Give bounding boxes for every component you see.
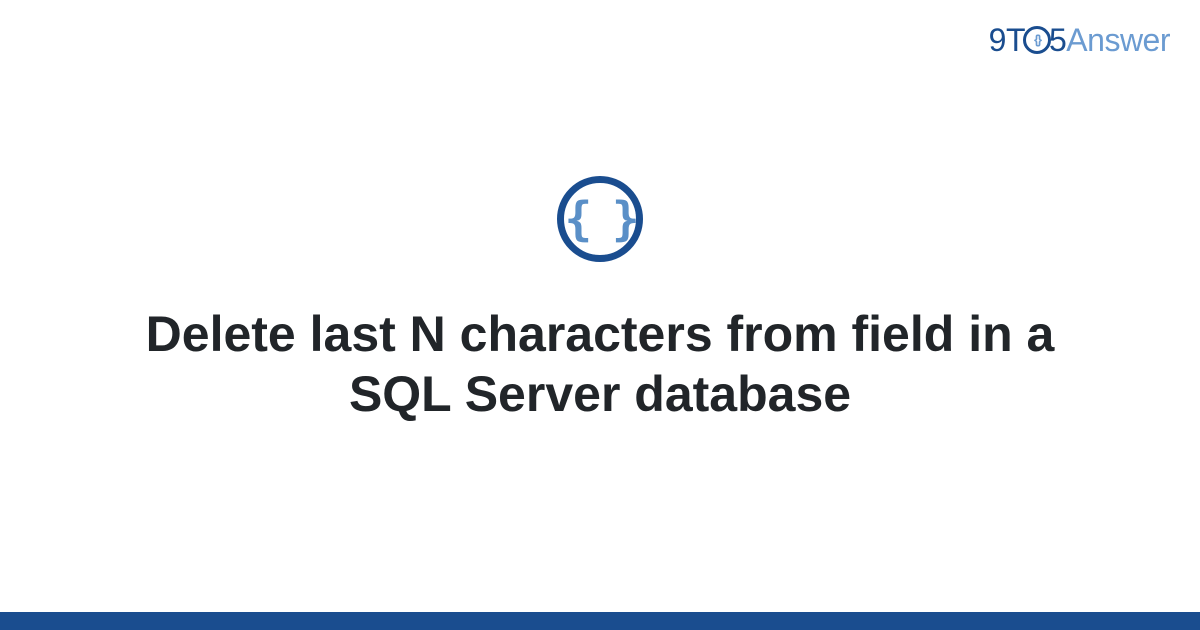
bottom-accent-bar <box>0 612 1200 630</box>
code-braces-icon: { } <box>564 196 635 242</box>
main-content: { } Delete last N characters from field … <box>0 0 1200 630</box>
question-title: Delete last N characters from field in a… <box>100 304 1100 424</box>
category-icon: { } <box>557 176 643 262</box>
